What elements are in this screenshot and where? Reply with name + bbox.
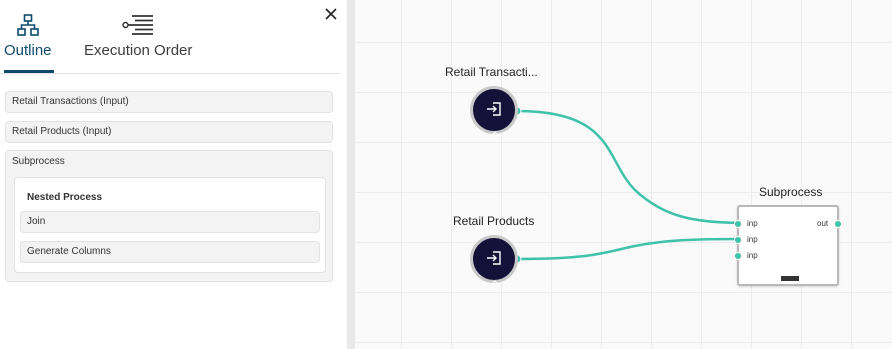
- tab-execution-order-label: Execution Order: [84, 42, 193, 59]
- active-tab-indicator: [4, 70, 54, 73]
- input-icon: [486, 101, 502, 122]
- connection-products-to-subprocess: [516, 237, 741, 261]
- expand-caret-icon[interactable]: [492, 122, 498, 135]
- outline-item-generate-columns[interactable]: Generate Columns: [20, 241, 320, 263]
- workflow-canvas[interactable]: Retail Transacti... Retail Products Subp…: [355, 0, 892, 349]
- close-icon: [322, 8, 340, 27]
- subprocess-output-port[interactable]: [834, 220, 842, 228]
- subprocess-input-label: inp: [747, 251, 758, 260]
- expand-caret-icon[interactable]: [492, 271, 498, 284]
- nested-process-container: Nested Process Join Generate Columns: [14, 177, 326, 273]
- connections-layer: [512, 106, 741, 264]
- tab-execution-order[interactable]: Execution Order: [82, 0, 194, 74]
- subprocess-output-label: out: [817, 219, 829, 228]
- tab-outline[interactable]: Outline: [4, 0, 54, 74]
- subprocess-input-port[interactable]: [734, 236, 742, 244]
- node-title-subprocess: Subprocess: [759, 185, 823, 199]
- outline-tree-icon: [17, 14, 39, 41]
- close-panel-button[interactable]: [322, 5, 340, 23]
- input-icon: [486, 250, 502, 271]
- nested-process-title: Nested Process: [27, 192, 103, 203]
- panel-tabs: Outline Execution Order: [0, 0, 340, 74]
- subprocess-input-port[interactable]: [734, 252, 742, 260]
- node-subprocess[interactable]: inp inp inp out: [734, 205, 842, 286]
- outline-panel: Outline Execution Order Retail Transacti…: [0, 0, 340, 349]
- outline-item-subprocess[interactable]: Subprocess Nested Process Join Generate …: [5, 150, 333, 282]
- subprocess-input-label: inp: [747, 219, 758, 228]
- subprocess-input-port[interactable]: [734, 220, 742, 228]
- panel-resize-handle[interactable]: [347, 0, 355, 349]
- execution-order-icon: [122, 14, 154, 41]
- node-title-retail-transactions: Retail Transacti...: [445, 65, 538, 79]
- outline-item-retail-products[interactable]: Retail Products (Input): [5, 121, 333, 143]
- outline-item-join[interactable]: Join: [20, 211, 320, 233]
- subprocess-handle[interactable]: [781, 276, 799, 281]
- node-title-retail-products: Retail Products: [453, 214, 535, 228]
- tab-outline-label: Outline: [4, 42, 52, 59]
- connection-transactions-to-subprocess: [516, 109, 741, 225]
- node-retail-transactions[interactable]: [470, 86, 518, 135]
- subprocess-label: Subprocess: [12, 156, 65, 167]
- node-retail-products[interactable]: [470, 235, 518, 284]
- outline-item-retail-transactions[interactable]: Retail Transactions (Input): [5, 91, 333, 113]
- subprocess-input-label: inp: [747, 235, 758, 244]
